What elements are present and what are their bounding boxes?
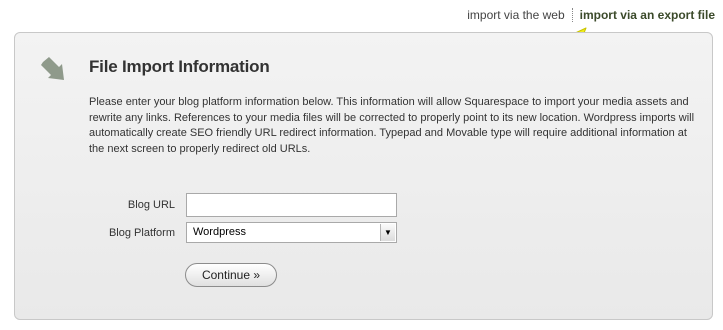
import-arrow-icon (41, 57, 64, 80)
panel-title: File Import Information (89, 57, 270, 76)
blog-url-label: Blog URL (127, 199, 175, 211)
dropdown-arrow-icon[interactable]: ▼ (380, 224, 395, 241)
continue-button[interactable]: Continue » (185, 263, 277, 287)
import-method-nav: import via the web import via an export … (467, 8, 715, 22)
blog-platform-label: Blog Platform (108, 227, 175, 239)
blog-platform-select[interactable]: Wordpress ▼ (186, 222, 397, 243)
nav-separator (571, 8, 574, 22)
import-via-export-file-link[interactable]: import via an export file (580, 8, 715, 22)
blog-platform-selected-value: Wordpress (193, 226, 246, 238)
blog-url-input[interactable] (186, 193, 397, 217)
panel-description: Please enter your blog platform informat… (89, 96, 695, 155)
import-via-web-link[interactable]: import via the web (467, 8, 564, 22)
file-import-panel: File Import Information Please enter you… (14, 32, 713, 320)
